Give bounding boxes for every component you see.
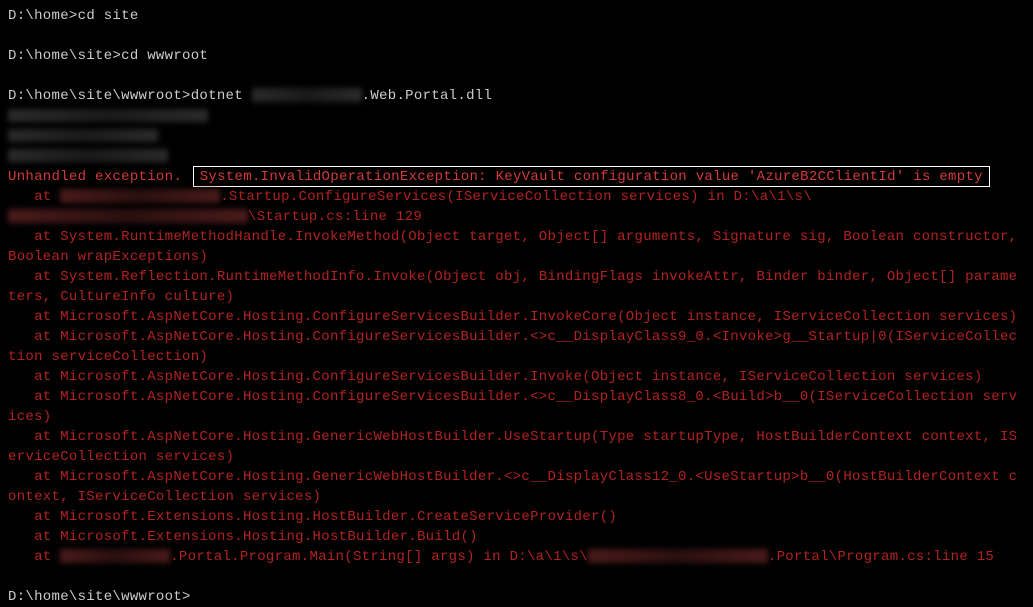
stack-frame: at Microsoft.AspNetCore.Hosting.Configur…: [8, 387, 1025, 427]
blank-line: [8, 567, 1025, 587]
redacted-block: X: [8, 149, 168, 162]
command-text-pre: dotnet: [191, 88, 252, 104]
prompt-path: D:\home\site\wwwroot>: [8, 88, 191, 104]
stack-frame: at Microsoft.AspNetCore.Hosting.Configur…: [8, 367, 1025, 387]
prompt-line-4: D:\home\site\wwwroot>: [8, 587, 1025, 607]
redacted-block: X: [8, 109, 208, 122]
terminal-output[interactable]: D:\home>cd site D:\home\site>cd wwwroot …: [8, 6, 1025, 607]
stack-frame: at Microsoft.AspNetCore.Hosting.GenericW…: [8, 427, 1025, 467]
stack-text: \Startup.cs:line 129: [248, 209, 422, 225]
stack-frame: at System.RuntimeMethodHandle.InvokeMeth…: [8, 227, 1025, 267]
prompt-line-3: D:\home\site\wwwroot>dotnet XXXXXXXX.Web…: [8, 86, 1025, 106]
prompt-path: D:\home\site\wwwroot>: [8, 589, 191, 605]
output-redacted-line: X: [8, 106, 1025, 126]
stack-text: .Startup.ConfigureServices(IServiceColle…: [220, 189, 812, 205]
blank-line: [8, 26, 1025, 46]
stack-frame: at Microsoft.Extensions.Hosting.HostBuil…: [8, 507, 1025, 527]
output-redacted-line: X: [8, 126, 1025, 146]
prompt-path: D:\home\site>: [8, 48, 121, 64]
stack-at: at: [8, 549, 60, 565]
command-text: cd wwwroot: [121, 48, 208, 64]
stack-frame: at X.Portal.Program.Main(String[] args) …: [8, 547, 1025, 567]
prompt-path: D:\home>: [8, 8, 78, 24]
blank-line: [8, 66, 1025, 86]
prompt-line-2: D:\home\site>cd wwwroot: [8, 46, 1025, 66]
exception-highlight-box: System.InvalidOperationException: KeyVau…: [193, 166, 990, 187]
redacted-path: X: [8, 209, 248, 223]
redacted-block: X: [8, 129, 158, 142]
prompt-line-1: D:\home>cd site: [8, 6, 1025, 26]
exception-message: System.InvalidOperationException: KeyVau…: [200, 169, 983, 185]
stack-at: at: [8, 189, 60, 205]
output-redacted-line: X: [8, 146, 1025, 166]
stack-frame: at System.Reflection.RuntimeMethodInfo.I…: [8, 267, 1025, 307]
redacted-namespace: X: [60, 189, 220, 203]
stack-frame: at Microsoft.AspNetCore.Hosting.Configur…: [8, 307, 1025, 327]
stack-frame: at Microsoft.AspNetCore.Hosting.Configur…: [8, 327, 1025, 367]
stack-frame: at X.Startup.ConfigureServices(IServiceC…: [8, 187, 1025, 227]
redacted-dllname: XXXXXXXX: [252, 88, 362, 102]
command-text-post: .Web.Portal.dll: [362, 88, 493, 104]
stack-text: .Portal.Program.Main(String[] args) in D…: [170, 549, 588, 565]
stack-frame: at Microsoft.AspNetCore.Hosting.GenericW…: [8, 467, 1025, 507]
stack-frame: at Microsoft.Extensions.Hosting.HostBuil…: [8, 527, 1025, 547]
redacted-path: X: [588, 549, 768, 563]
redacted-namespace: X: [60, 549, 170, 563]
exception-header-line: Unhandled exception. System.InvalidOpera…: [8, 166, 1025, 187]
stack-text: .Portal\Program.cs:line 15: [768, 549, 994, 565]
command-text: cd site: [78, 8, 139, 24]
unhandled-exception-label: Unhandled exception.: [8, 169, 182, 185]
